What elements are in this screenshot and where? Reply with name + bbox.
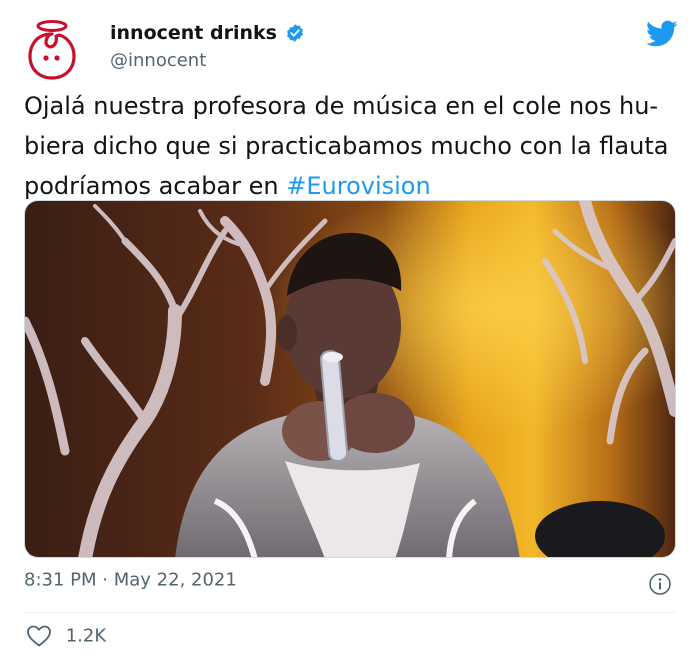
meta-separator: ·	[102, 569, 108, 591]
performer-photo-image	[25, 201, 675, 557]
author-handle[interactable]: @innocent	[110, 50, 305, 71]
tweet-photo[interactable]	[24, 200, 676, 558]
like-button[interactable]: 1.2K	[26, 624, 106, 648]
twitter-bird-icon[interactable]	[646, 20, 678, 48]
tweet-date: May 22, 2021	[113, 569, 237, 591]
tweet-timestamp[interactable]: 8:31 PM · May 22, 2021	[24, 569, 237, 591]
divider	[24, 612, 676, 613]
verified-badge-icon	[287, 24, 303, 42]
innocent-logo-icon[interactable]	[24, 18, 80, 80]
tweet-header: innocent drinks @innocent	[22, 16, 682, 80]
tweet-time: 8:31 PM	[24, 569, 97, 591]
like-count: 1.2K	[65, 625, 107, 647]
heart-icon	[27, 625, 51, 647]
tweet-text: Ojalá nuestra profesora de música en el …	[24, 86, 680, 206]
hashtag-link[interactable]: #Eurovision	[286, 172, 430, 200]
tweet-card: innocent drinks @innocent Ojalá nuestra …	[0, 0, 700, 663]
info-icon[interactable]	[648, 572, 672, 596]
author-display-name[interactable]: innocent drinks	[110, 22, 277, 44]
author-names: innocent drinks @innocent	[110, 22, 305, 71]
